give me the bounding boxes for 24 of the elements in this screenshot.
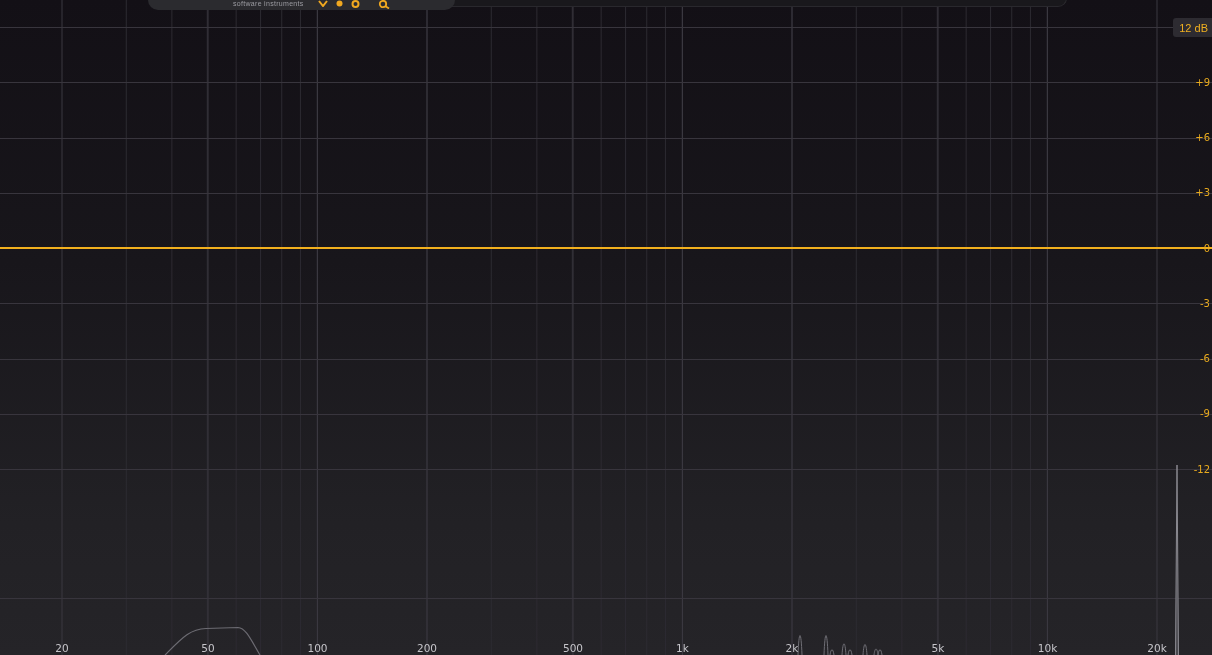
- x-axis-label: 20: [55, 642, 69, 654]
- ring-icon[interactable]: [350, 0, 360, 8]
- y-axis-label: -6: [1200, 353, 1210, 365]
- y-axis-label: +6: [1195, 132, 1210, 144]
- y-axis-label: -3: [1200, 297, 1210, 309]
- range-button[interactable]: 12 dB: [1173, 18, 1212, 37]
- y-axis-label: +9: [1195, 76, 1210, 88]
- spectrum-peak: [797, 635, 803, 655]
- y-axis-label: -12: [1193, 463, 1210, 475]
- y-axis-label: -9: [1200, 408, 1210, 420]
- x-axis-label: 2k: [785, 642, 799, 654]
- x-axis-label: 5k: [931, 642, 945, 654]
- chevron-icon[interactable]: [317, 0, 328, 7]
- spectrum-peak: [862, 644, 868, 655]
- dot-icon[interactable]: [335, 0, 343, 7]
- x-axis-label: 10k: [1037, 642, 1058, 654]
- y-axis-label: +3: [1195, 187, 1210, 199]
- search-icon[interactable]: [377, 0, 390, 9]
- x-axis-label: 500: [563, 642, 583, 654]
- x-axis-label: 100: [307, 642, 328, 654]
- x-axis-label: 20k: [1147, 642, 1167, 654]
- x-axis-label: 50: [201, 642, 215, 654]
- x-axis-label: 1k: [676, 642, 689, 654]
- x-axis-label: 200: [417, 642, 437, 654]
